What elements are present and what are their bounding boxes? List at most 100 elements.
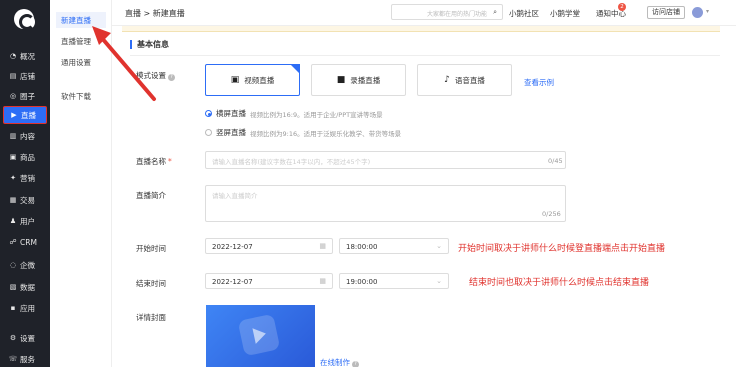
settings-icon: ⚙ [9,334,17,342]
sidebar-item-data[interactable]: ▧ 数据 [3,278,47,296]
intro-label: 直播简介 [136,191,166,200]
intro-char-count: 0/256 [542,210,561,218]
radio-landscape[interactable]: 横屏直播 视频比例为16:9。适用于企业/PPT宣讲等场景 [205,108,383,119]
video-camera-icon: ▣ [230,75,240,85]
avatar[interactable] [692,7,703,18]
trade-icon: ▦ [9,196,17,204]
radio-portrait-desc: 视频比例为9:16。适用于泛娱乐化教学、带货等场景 [250,129,402,138]
sub-item-general-settings[interactable]: 通用设置 [56,54,106,70]
start-time-value: 18:00:00 [346,243,378,251]
sub-sidebar: 新建直播 直播管理 通用设置 软件下载 [50,0,112,367]
end-date-picker[interactable]: 2022-12-07 ▦ [205,273,333,289]
crm-icon: ☍ [9,238,17,246]
visit-store-button[interactable]: 访问店铺 [647,6,685,19]
sub-item-software-download[interactable]: 软件下载 [56,88,106,104]
live-name-placeholder: 请输入直播名称(建议字数在14字以内，不超过45个字) [212,158,371,166]
sidebar-item-label: 营销 [20,173,35,183]
mode-card-voice[interactable]: ♪ 语音直播 [417,64,512,96]
record-camera-icon: ■ [336,75,346,85]
sidebar-item-label: 圈子 [20,91,35,101]
help-icon[interactable]: ? [352,361,359,367]
sidebar-item-label: 直播 [21,110,36,120]
sidebar-item-user[interactable]: ♟ 用户 [3,212,47,230]
live-intro-placeholder: 请输入直播简介 [212,192,258,200]
name-label: 直播名称 * [136,156,172,167]
sidebar-item-settings[interactable]: ⚙ 设置 [3,329,47,347]
help-icon[interactable]: ? [168,74,175,81]
sidebar-item-store[interactable]: ▤ 店铺 [3,67,47,85]
sidebar-item-service[interactable]: ☏ 服务 [3,350,47,367]
sidebar-item-content[interactable]: ▥ 内容 [3,127,47,145]
live-icon: ▶ [11,111,17,119]
goods-icon: ▣ [9,153,17,161]
divider [130,55,720,56]
sidebar-item-trade[interactable]: ▦ 交易 [3,191,47,209]
mode-recorded-label: 录播直播 [350,75,381,85]
main-sidebar: ◔ 概况 ▤ 店铺 ◎ 圈子 ▶ 直播 ▥ 内容 ▣ 商品 ✦ 营销 ▦ 交易 ♟ 用户 ☍ CRM ◌ 企微 ▧ 数据 ▪ 应用… [0,0,50,367]
start-date-picker[interactable]: 2022-12-07 ▦ [205,238,333,254]
sidebar-item-marketing[interactable]: ✦ 营销 [3,169,47,187]
notice-bar [122,26,720,32]
search-icon[interactable]: ⌕ [493,8,497,17]
sidebar-item-wecom[interactable]: ◌ 企微 [3,256,47,274]
start-time-label: 开始时间 [136,244,166,253]
chevron-down-icon[interactable]: ▾ [706,8,709,15]
calendar-icon: ▦ [319,277,326,285]
mode-label: 模式设置? [136,70,175,81]
name-label-text: 直播名称 [136,157,166,166]
radio-portrait[interactable]: 竖屏直播 视频比例为9:16。适用于泛娱乐化教学、带货等场景 [205,127,401,138]
breadcrumb: 直播 > 新建直播 [125,9,185,18]
notification-badge: 2 [618,3,626,11]
sidebar-item-goods[interactable]: ▣ 商品 [3,148,47,166]
sidebar-item-dashboard[interactable]: ◔ 概况 [3,47,47,65]
start-date-value: 2022-12-07 [212,243,253,251]
community-link[interactable]: 小鹅社区 [509,8,539,19]
chevron-down-icon: ⌄ [436,277,442,285]
app-logo[interactable] [14,9,35,30]
academy-link[interactable]: 小鹅学堂 [550,8,580,19]
sidebar-item-circle[interactable]: ◎ 圈子 [3,87,47,105]
section-title: 基本信息 [130,40,169,49]
dashboard-icon: ◔ [9,52,17,60]
online-make-link[interactable]: 在线制作? [320,357,359,367]
sub-item-live-manage[interactable]: 直播管理 [56,33,106,49]
marketing-icon: ✦ [10,174,16,182]
online-make-label: 在线制作 [320,358,350,367]
data-icon: ▧ [9,283,17,291]
cover-label: 详情封面 [136,313,166,322]
required-mark: * [168,157,172,166]
mode-card-recorded[interactable]: ■ 录播直播 [311,64,406,96]
apps-icon: ▪ [10,304,16,312]
cover-image[interactable] [206,305,315,367]
sidebar-item-live[interactable]: ▶ 直播 [3,106,47,124]
end-time-picker[interactable]: 19:00:00 ⌄ [339,273,449,289]
radio-landscape-dot[interactable] [205,110,212,117]
sidebar-item-label: 交易 [20,195,35,205]
sidebar-item-label: 店铺 [20,71,35,81]
radio-landscape-label: 横屏直播 [216,109,246,118]
sidebar-item-label: 内容 [20,131,35,141]
sidebar-item-label: 用户 [20,216,35,226]
sidebar-item-label: 数据 [20,282,35,292]
search-input[interactable]: 大家都在用的热门功能 ⌕ [391,4,503,20]
view-example-link[interactable]: 查看示例 [524,77,554,88]
top-header: 直播 > 新建直播 大家都在用的热门功能 ⌕ 小鹅社区 小鹅学堂 通知中心 2 … [112,0,736,26]
sidebar-item-crm[interactable]: ☍ CRM [3,233,47,251]
sidebar-item-label: CRM [20,237,37,247]
wecom-icon: ◌ [9,261,17,269]
radio-portrait-dot[interactable] [205,129,212,136]
sidebar-item-label: 企微 [20,260,35,270]
circle-icon: ◎ [9,92,17,100]
microphone-icon: ♪ [444,75,450,85]
mode-card-video[interactable]: ▣ 视频直播 [205,64,300,96]
start-time-picker[interactable]: 18:00:00 ⌄ [339,238,449,254]
radio-landscape-desc: 视频比例为16:9。适用于企业/PPT宣讲等场景 [250,110,383,119]
end-time-value: 19:00:00 [346,278,378,286]
sidebar-item-apps[interactable]: ▪ 应用 [3,299,47,317]
mode-label-text: 模式设置 [136,71,166,80]
sidebar-item-label: 服务 [20,354,35,364]
sub-item-new-live[interactable]: 新建直播 [56,12,106,28]
live-name-input[interactable]: 请输入直播名称(建议字数在14字以内，不超过45个字) [205,151,566,169]
user-icon: ♟ [9,217,17,225]
live-intro-textarea[interactable]: 请输入直播简介 [205,185,566,222]
